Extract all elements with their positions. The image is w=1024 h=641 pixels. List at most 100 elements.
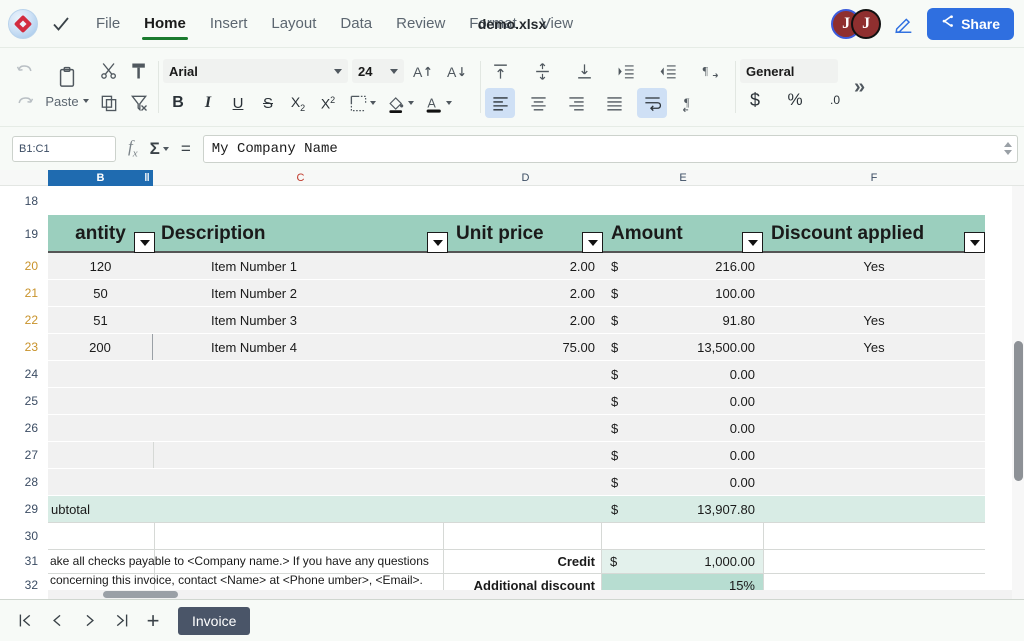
cell-amount-currency[interactable]: $: [603, 442, 643, 468]
underline-button[interactable]: U: [223, 88, 253, 118]
cell-quantity[interactable]: 200: [48, 334, 153, 360]
cell-discount[interactable]: Yes: [763, 253, 985, 279]
row-header-20[interactable]: 20: [0, 252, 48, 279]
cell-amount[interactable]: 0.00: [643, 361, 763, 387]
align-middle-icon[interactable]: [527, 56, 557, 86]
align-right-icon[interactable]: [561, 88, 591, 118]
clear-formatting-icon[interactable]: [124, 88, 154, 118]
horizontal-scrollbar-thumb[interactable]: [103, 591, 178, 598]
vertical-scrollbar-thumb[interactable]: [1014, 341, 1023, 481]
row-header-25[interactable]: 25: [0, 387, 48, 414]
right-to-left-icon[interactable]: ¶: [675, 88, 705, 118]
next-sheet-icon[interactable]: [74, 607, 104, 635]
cell-discount[interactable]: Yes: [763, 307, 985, 333]
cell-amount[interactable]: 13,500.00: [643, 334, 763, 360]
cell-amount[interactable]: 100.00: [643, 280, 763, 306]
cell-amount[interactable]: 216.00: [643, 253, 763, 279]
horizontal-scrollbar[interactable]: [48, 590, 1012, 599]
align-bottom-icon[interactable]: [569, 56, 599, 86]
row-header-32[interactable]: 32: [0, 573, 48, 597]
chevron-down-icon[interactable]: [83, 99, 89, 103]
cell-description[interactable]: Item Number 2: [153, 280, 448, 306]
row-header-33[interactable]: 33: [0, 597, 48, 599]
cell-amount[interactable]: 0.00: [643, 442, 763, 468]
row-header-30[interactable]: 30: [0, 522, 48, 549]
percent-format-icon[interactable]: %: [780, 85, 810, 115]
redo-icon[interactable]: [10, 88, 40, 118]
row-header-24[interactable]: 24: [0, 360, 48, 387]
fill-color-icon[interactable]: [381, 88, 411, 118]
align-center-icon[interactable]: [523, 88, 553, 118]
row-header-31[interactable]: 31: [0, 549, 48, 573]
row-header-26[interactable]: 26: [0, 414, 48, 441]
chevron-down-icon[interactable]: [390, 69, 398, 74]
menu-item-view[interactable]: View: [529, 0, 585, 47]
table-row[interactable]: [48, 415, 985, 441]
function-icon[interactable]: fx: [126, 137, 140, 159]
chevron-down-icon[interactable]: [163, 147, 169, 151]
cell-description[interactable]: Item Number 3: [153, 307, 448, 333]
chevron-up-icon[interactable]: [1004, 142, 1012, 147]
table-row[interactable]: [48, 469, 985, 495]
sheet-tab-invoice[interactable]: Invoice: [178, 607, 250, 635]
chevron-down-icon[interactable]: [408, 101, 414, 105]
column-resize-handle[interactable]: ‖: [142, 170, 152, 186]
column-header-e[interactable]: E: [603, 170, 763, 186]
borders-icon[interactable]: [343, 88, 373, 118]
cell-unit-price[interactable]: 2.00: [488, 253, 603, 279]
cell-amount-currency[interactable]: $: [603, 388, 643, 414]
format-painter-icon[interactable]: [124, 56, 154, 86]
formula-input[interactable]: My Company Name: [203, 135, 1018, 163]
font-color-icon[interactable]: A: [419, 88, 449, 118]
row-header-27[interactable]: 27: [0, 441, 48, 468]
cell-discount[interactable]: Yes: [763, 334, 985, 360]
ribbon-overflow-button[interactable]: »: [850, 76, 869, 99]
cell-unit-price[interactable]: 75.00: [488, 334, 603, 360]
autosum-sigma-icon[interactable]: Σ: [150, 139, 169, 159]
increase-font-size-icon[interactable]: A: [408, 56, 438, 86]
column-header-c[interactable]: C: [153, 170, 448, 186]
scissors-cut-icon[interactable]: [94, 56, 124, 86]
superscript-button[interactable]: X2: [313, 88, 343, 118]
vertical-scrollbar[interactable]: [1012, 186, 1024, 599]
cell-amount[interactable]: 0.00: [643, 388, 763, 414]
menu-item-insert[interactable]: Insert: [198, 0, 260, 47]
chevron-down-icon[interactable]: [446, 101, 452, 105]
column-header-b[interactable]: B: [48, 170, 153, 186]
cell-amount[interactable]: 0.00: [643, 469, 763, 495]
cell-amount-currency[interactable]: $: [603, 253, 643, 279]
filter-button-unit-price[interactable]: [582, 232, 603, 253]
cell-quantity[interactable]: 120: [48, 253, 153, 279]
italic-button[interactable]: I: [193, 88, 223, 118]
filter-button-amount[interactable]: [742, 232, 763, 253]
filter-button-discount[interactable]: [964, 232, 985, 253]
cell-quantity[interactable]: 50: [48, 280, 153, 306]
font-family-select[interactable]: Arial: [163, 59, 348, 83]
cell-discount[interactable]: [763, 280, 985, 306]
checkmark-icon[interactable]: [48, 11, 74, 37]
font-size-select[interactable]: 24: [352, 59, 404, 83]
chevron-down-icon[interactable]: [1004, 150, 1012, 155]
equals-icon[interactable]: =: [179, 139, 193, 159]
first-sheet-icon[interactable]: [10, 607, 40, 635]
column-header-f[interactable]: F: [763, 170, 985, 186]
table-row[interactable]: [48, 442, 985, 468]
filter-button-description[interactable]: [427, 232, 448, 253]
avatar[interactable]: J: [851, 9, 881, 39]
align-top-icon[interactable]: [485, 56, 515, 86]
filter-button-quantity[interactable]: [134, 232, 155, 253]
menu-item-review[interactable]: Review: [384, 0, 457, 47]
share-button[interactable]: Share: [927, 8, 1014, 40]
wrap-text-icon[interactable]: [637, 88, 667, 118]
align-left-icon[interactable]: [485, 88, 515, 118]
decimal-format-icon[interactable]: .0: [820, 85, 850, 115]
cell-amount[interactable]: 91.80: [643, 307, 763, 333]
paste-button[interactable]: Paste: [40, 66, 94, 109]
subscript-button[interactable]: X2: [283, 88, 313, 118]
menu-item-format[interactable]: Format: [457, 0, 529, 47]
select-all-corner[interactable]: [0, 170, 48, 186]
row-header-22[interactable]: 22: [0, 306, 48, 333]
strikethrough-button[interactable]: S: [253, 88, 283, 118]
chevron-down-icon[interactable]: [334, 69, 342, 74]
cell-amount-currency[interactable]: $: [603, 334, 643, 360]
